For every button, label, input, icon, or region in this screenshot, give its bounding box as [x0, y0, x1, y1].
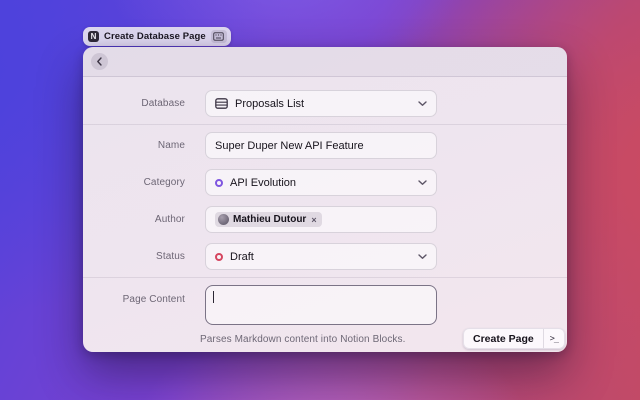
- category-field-row: Category API Evolution: [83, 169, 567, 196]
- keyboard-icon-glyph: [213, 32, 224, 41]
- x-icon[interactable]: ×: [310, 215, 316, 225]
- category-ring-icon: [215, 179, 223, 187]
- name-field-row: Name: [83, 132, 567, 159]
- back-button[interactable]: [91, 53, 108, 70]
- text-caret: [213, 291, 214, 303]
- author-label: Author: [83, 214, 185, 225]
- name-input[interactable]: [205, 132, 437, 159]
- create-page-button-label: Create Page: [464, 333, 543, 345]
- window-header: [83, 47, 567, 77]
- keyboard-icon[interactable]: [211, 30, 227, 43]
- form-hint-text: Parses Markdown content into Notion Bloc…: [200, 334, 406, 345]
- create-database-page-window: Database Proposals List Name Category AP…: [83, 47, 567, 352]
- author-tag[interactable]: Mathieu Dutour ×: [215, 212, 322, 227]
- category-dropdown[interactable]: API Evolution: [205, 169, 437, 196]
- enter-key-icon: >_: [543, 329, 564, 348]
- page-content-label: Page Content: [83, 285, 185, 305]
- author-tag-field[interactable]: Mathieu Dutour ×: [205, 206, 437, 233]
- notion-icon: N: [88, 31, 99, 42]
- section-divider: [83, 124, 567, 125]
- category-value: API Evolution: [230, 177, 296, 189]
- status-dropdown[interactable]: Draft: [205, 243, 437, 270]
- chevron-down-icon: [418, 254, 427, 260]
- status-ring-icon: [215, 253, 223, 261]
- database-label: Database: [83, 98, 185, 109]
- author-tag-label: Mathieu Dutour: [233, 214, 306, 225]
- name-label: Name: [83, 140, 185, 151]
- page-content-field-row: Page Content: [83, 285, 567, 325]
- command-title: Create Database Page: [104, 31, 206, 42]
- database-field-row: Database Proposals List: [83, 90, 567, 117]
- category-label: Category: [83, 177, 185, 188]
- status-label: Status: [83, 251, 185, 262]
- author-field-row: Author Mathieu Dutour ×: [83, 206, 567, 233]
- database-value: Proposals List: [235, 98, 304, 110]
- launcher-command-pill[interactable]: N Create Database Page: [83, 27, 231, 46]
- page-content-textarea[interactable]: [205, 285, 437, 325]
- status-field-row: Status Draft: [83, 243, 567, 270]
- database-dropdown[interactable]: Proposals List: [205, 90, 437, 117]
- status-value: Draft: [230, 251, 254, 263]
- section-divider: [83, 277, 567, 278]
- create-page-button[interactable]: Create Page >_: [463, 328, 565, 349]
- chevron-down-icon: [418, 101, 427, 107]
- chevron-left-icon: [96, 57, 103, 66]
- chevron-down-icon: [418, 180, 427, 186]
- database-icon: [215, 98, 228, 109]
- avatar-icon: [218, 214, 229, 225]
